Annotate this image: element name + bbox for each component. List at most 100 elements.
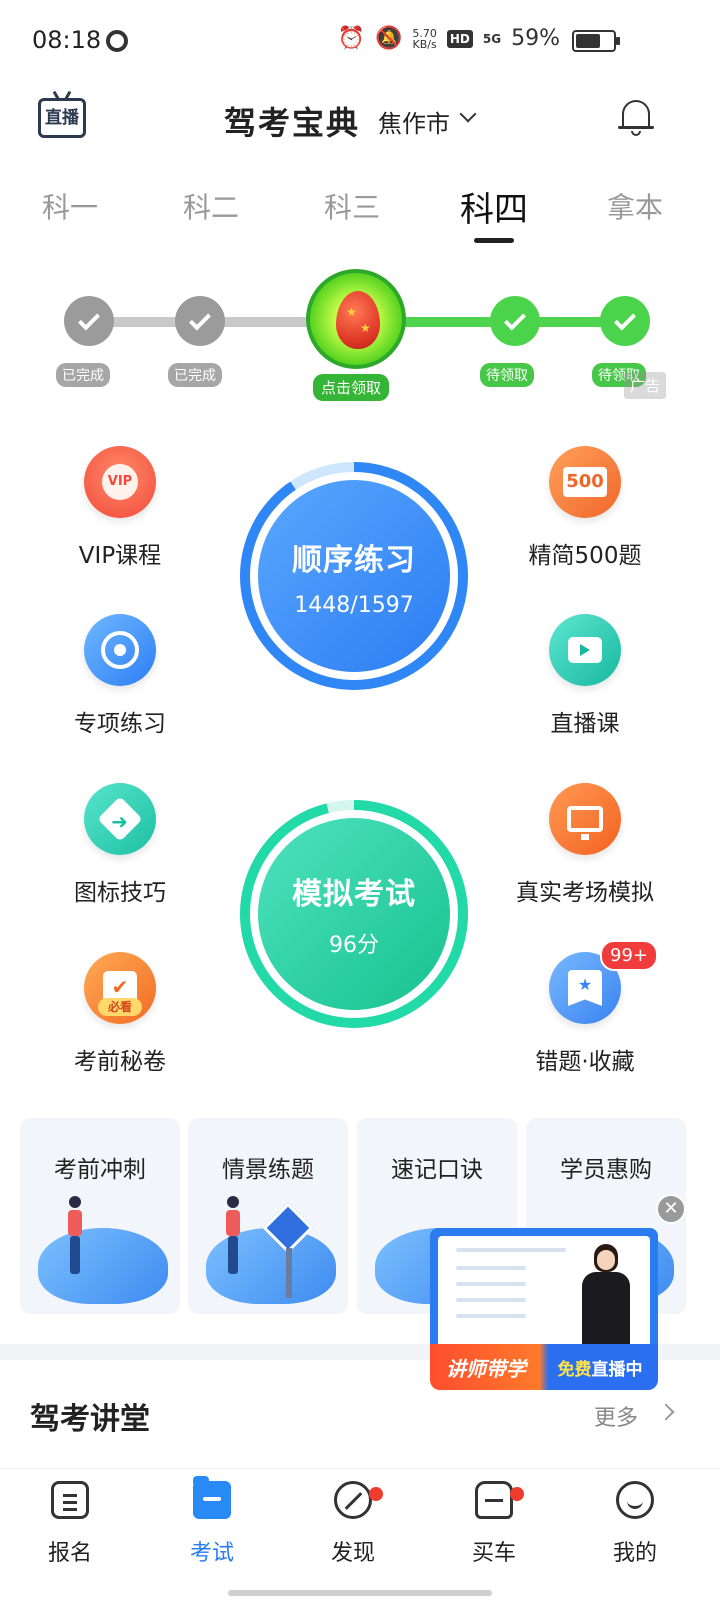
battery-icon xyxy=(572,30,616,52)
app-title: 驾考宝典 xyxy=(224,104,361,142)
monitor-icon xyxy=(549,783,621,855)
chevron-right-icon[interactable] xyxy=(657,1403,675,1421)
nav-exam[interactable]: 考试 xyxy=(162,1476,262,1567)
runner-illustration xyxy=(224,1196,242,1276)
feature-label: 图标技巧 xyxy=(74,880,166,906)
feature-label: 专项练习 xyxy=(74,711,166,737)
check-icon xyxy=(189,308,211,330)
tab-subject-4[interactable]: 科四 xyxy=(446,182,542,231)
nav-buy-car[interactable]: 买车 xyxy=(444,1481,544,1567)
battery-percent: 59% xyxy=(511,26,560,51)
live-banner: 讲师带学 免费直播中 xyxy=(430,1344,658,1390)
feature-label: 真实考场模拟 xyxy=(516,880,654,906)
app-notification-icon xyxy=(106,30,128,52)
battery-tip xyxy=(616,37,620,45)
tab-get-license[interactable]: 拿本 xyxy=(595,186,675,226)
sequential-practice-title: 顺序练习 xyxy=(292,542,416,578)
nav-discover[interactable]: 发现 xyxy=(303,1481,403,1567)
student-illustration xyxy=(66,1196,84,1276)
nav-label: 发现 xyxy=(330,1541,375,1566)
tab-subject-3[interactable]: 科三 xyxy=(312,186,392,226)
check-icon xyxy=(504,308,526,330)
feature-vip-course[interactable]: VIP VIP课程 xyxy=(35,446,205,570)
reward-progress: ★ ★ 已完成 已完成 点击领取 待领取 待领取 广告 xyxy=(0,262,720,402)
step-done-1 xyxy=(64,296,114,346)
vip-medal-icon: VIP xyxy=(84,446,156,518)
step-label: 待领取 xyxy=(480,363,534,387)
feature-label: 错题·收藏 xyxy=(535,1049,635,1075)
more-link[interactable]: 更多 xyxy=(594,1400,638,1432)
feature-special-practice[interactable]: 专项练习 xyxy=(35,614,205,738)
tab-subject-2[interactable]: 科二 xyxy=(171,186,251,226)
card-title: 考前冲刺 xyxy=(54,1157,146,1183)
smile-icon xyxy=(616,1481,654,1519)
folder-icon xyxy=(193,1476,231,1519)
free-live-text: 免费直播中 xyxy=(557,1359,643,1380)
signal-icon: 5G xyxy=(482,31,502,46)
alarm-icon: ⏰ xyxy=(337,26,365,51)
video-camera-icon xyxy=(549,614,621,686)
bottom-nav: 报名 考试 发现 买车 我的 xyxy=(0,1468,720,1600)
net-speed: 5.70 KB/s xyxy=(412,28,437,50)
feature-label: VIP课程 xyxy=(78,543,162,569)
sequential-practice-button[interactable]: 顺序练习 1448/1597 xyxy=(240,462,468,690)
feature-sign-tips[interactable]: ➜ 图标技巧 xyxy=(35,783,205,907)
city-selector[interactable]: 焦作市 xyxy=(378,104,450,139)
step-label: 已完成 xyxy=(168,363,222,387)
form-icon xyxy=(51,1481,89,1519)
step-label: 已完成 xyxy=(56,363,110,387)
nav-label: 买车 xyxy=(471,1541,516,1566)
notification-dot xyxy=(369,1487,383,1501)
status-time: 08:18 xyxy=(32,26,102,54)
feature-label: 精简500题 xyxy=(528,543,642,569)
floating-live-widget[interactable]: 讲师带学 免费直播中 xyxy=(430,1228,658,1390)
card-title: 学员惠购 xyxy=(560,1157,652,1183)
net-speed-unit: KB/s xyxy=(412,37,437,51)
chevron-down-icon[interactable] xyxy=(459,105,477,123)
feature-label: 考前秘卷 xyxy=(74,1049,166,1075)
close-icon[interactable]: ✕ xyxy=(656,1194,686,1224)
sequential-practice-progress: 1448/1597 xyxy=(294,592,414,618)
live-tv-button[interactable]: 直播 xyxy=(38,98,86,138)
feature-real-exam-sim[interactable]: 真实考场模拟 xyxy=(500,783,670,907)
section-title: 驾考讲堂 xyxy=(30,1402,150,1437)
card-scenario-practice[interactable]: 情景练题 xyxy=(188,1118,348,1314)
tab-subject-1[interactable]: 科一 xyxy=(30,186,110,226)
ad-tag: 广告 xyxy=(624,372,667,399)
live-video-preview xyxy=(430,1228,658,1362)
notification-dot xyxy=(510,1487,524,1501)
card-final-sprint[interactable]: 考前冲刺 xyxy=(20,1118,180,1314)
road-sign-icon: ➜ xyxy=(84,783,156,855)
status-icons: ⏰ 🔕 5.70 KB/s HD 5G 59% xyxy=(338,26,560,51)
nav-label: 我的 xyxy=(612,1541,657,1566)
car-icon xyxy=(475,1481,513,1519)
teacher-led-text: 讲师带学 xyxy=(446,1356,526,1381)
nav-label: 考试 xyxy=(189,1541,234,1566)
reward-egg-button[interactable]: ★ ★ xyxy=(306,269,406,369)
check-icon xyxy=(78,308,100,330)
teacher-illustration xyxy=(578,1244,634,1354)
compass-icon xyxy=(334,1481,372,1519)
nav-label: 报名 xyxy=(47,1541,92,1566)
step-pending-2[interactable] xyxy=(600,296,650,346)
subject-tabs: 科一 科二 科三 科四 拿本 xyxy=(0,180,720,250)
500-board-icon: 500 xyxy=(549,446,621,518)
card-title: 情景练题 xyxy=(222,1157,314,1183)
feature-label: 直播课 xyxy=(550,711,620,737)
app-header: 直播 驾考宝典 焦作市 xyxy=(0,80,720,160)
feature-live-course[interactable]: 直播课 xyxy=(500,614,670,738)
feature-secret-paper[interactable]: ✔ 必看 考前秘卷 xyxy=(35,952,205,1076)
card-title: 速记口诀 xyxy=(391,1157,483,1183)
feature-500-questions[interactable]: 500 精简500题 xyxy=(500,446,670,570)
must-see-badge: 必看 xyxy=(98,998,142,1016)
rocket-illustration xyxy=(38,1228,168,1304)
nav-mine[interactable]: 我的 xyxy=(585,1481,685,1567)
target-icon xyxy=(84,614,156,686)
claim-label[interactable]: 点击领取 xyxy=(313,374,390,401)
nav-register[interactable]: 报名 xyxy=(20,1481,120,1567)
bell-icon[interactable] xyxy=(618,98,654,138)
mock-exam-button[interactable]: 模拟考试 96分 xyxy=(240,800,468,1028)
active-tab-indicator xyxy=(474,238,514,243)
step-pending-1[interactable] xyxy=(490,296,540,346)
home-indicator xyxy=(228,1590,492,1596)
